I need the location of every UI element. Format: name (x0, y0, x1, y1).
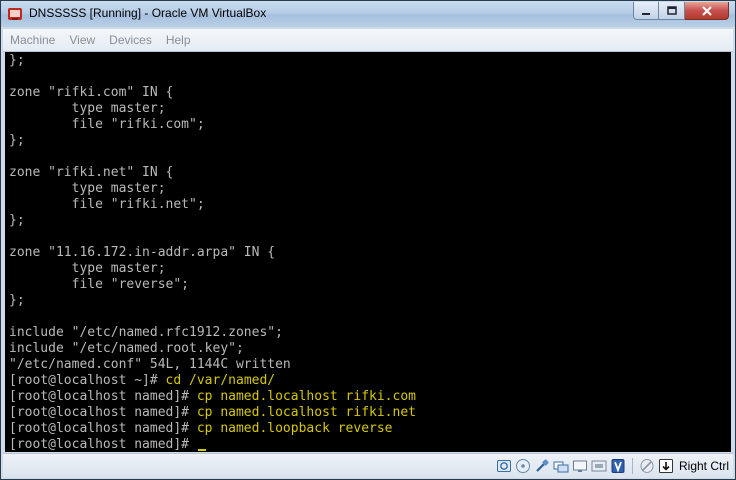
output-text: }; (9, 213, 25, 228)
virtualbox-window: DNSSSSS [Running] - Oracle VM VirtualBox… (0, 0, 736, 480)
output-text: file "rifki.net"; (9, 197, 205, 212)
maximize-button[interactable] (659, 2, 685, 20)
output-line: type master; (9, 261, 166, 277)
output-text: }; (9, 133, 25, 148)
menu-bar: Machine View Devices Help (3, 29, 733, 52)
shell-prompt: [root@localhost ~]# (9, 373, 166, 388)
output-text: file "rifki.com"; (9, 117, 205, 132)
mouse-integration-icon[interactable] (639, 458, 655, 474)
hard-disk-icon[interactable] (496, 458, 512, 474)
shell-command: cp named.localhost rifki.net (196, 405, 416, 420)
output-line: }; (9, 53, 25, 69)
virtualbox-app-icon (8, 8, 22, 20)
output-line: file "rifki.net"; (9, 197, 205, 213)
output-line: "/etc/named.conf" 54L, 1144C written (9, 357, 291, 373)
output-line: zone "rifki.net" IN { (9, 165, 173, 181)
shell-command: cd /var/named/ (165, 373, 276, 388)
output-line: type master; (9, 181, 166, 197)
shared-folders-icon[interactable] (553, 458, 569, 474)
shell-prompt: [root@localhost named]# (9, 437, 197, 452)
guest-console[interactable]: }; zone "rifki.com" IN { type master; fil… (5, 52, 731, 452)
shell-prompt: [root@localhost named]# (9, 421, 197, 436)
output-text: type master; (9, 101, 166, 116)
output-line: }; (9, 293, 25, 309)
command-line: [root@localhost named]# (9, 437, 206, 452)
status-icons: Right Ctrl (496, 457, 729, 475)
status-separator (631, 458, 633, 474)
output-line: type master; (9, 101, 166, 117)
close-icon (701, 5, 712, 16)
output-text: zone "rifki.net" IN { (9, 165, 174, 180)
shell-command: cp named.localhost rifki.com (196, 389, 416, 404)
output-line: include "/etc/named.root.key"; (9, 341, 244, 357)
text-cursor (197, 449, 206, 451)
output-text: }; (9, 53, 25, 68)
output-line: include "/etc/named.rfc1912.zones"; (9, 325, 283, 341)
output-line: zone "rifki.com" IN { (9, 85, 173, 101)
command-line: [root@localhost named]# cp named.localho… (9, 389, 416, 405)
display-icon[interactable] (572, 458, 588, 474)
output-line: file "reverse"; (9, 277, 189, 293)
menu-devices[interactable]: Devices (102, 29, 159, 51)
output-text: type master; (9, 181, 166, 196)
minimize-icon (642, 12, 650, 15)
shell-prompt: [root@localhost named]# (9, 389, 197, 404)
command-line: [root@localhost named]# cp named.localho… (9, 405, 416, 421)
menu-view[interactable]: View (62, 29, 102, 51)
output-line: }; (9, 133, 25, 149)
keyboard-icon[interactable] (658, 458, 674, 474)
network-icon[interactable] (591, 458, 607, 474)
usb-icon[interactable] (534, 458, 550, 474)
output-text: file "reverse"; (9, 277, 190, 292)
maximize-icon (666, 5, 677, 15)
output-text: "/etc/named.conf" 54L, 1144C written (9, 357, 291, 372)
output-text: }; (9, 293, 25, 308)
shell-prompt: [root@localhost named]# (9, 405, 197, 420)
host-key-label: Right Ctrl (678, 459, 729, 473)
window-title: DNSSSSS [Running] - Oracle VM VirtualBox (29, 6, 267, 20)
output-line: file "rifki.com"; (9, 117, 205, 133)
title-bar[interactable]: DNSSSSS [Running] - Oracle VM VirtualBox (1, 1, 735, 27)
command-line: [root@localhost named]# cp named.loopbac… (9, 421, 393, 437)
optical-drive-icon[interactable] (515, 458, 531, 474)
window-controls (633, 2, 729, 20)
menu-machine[interactable]: Machine (3, 29, 62, 51)
output-text: include "/etc/named.rfc1912.zones"; (9, 325, 283, 340)
menu-help[interactable]: Help (159, 29, 198, 51)
virtualization-icon[interactable] (610, 458, 626, 474)
shell-command: cp named.loopback reverse (196, 421, 393, 436)
status-bar: Right Ctrl (3, 453, 733, 478)
output-text: include "/etc/named.root.key"; (9, 341, 244, 356)
output-line: zone "11.16.172.in-addr.arpa" IN { (9, 245, 275, 261)
output-line: }; (9, 213, 25, 229)
output-text: type master; (9, 261, 166, 276)
close-button[interactable] (685, 2, 729, 20)
command-line: [root@localhost ~]# cd /var/named/ (9, 373, 275, 389)
output-text: zone "rifki.com" IN { (9, 85, 174, 100)
minimize-button[interactable] (633, 2, 659, 20)
output-text: zone "11.16.172.in-addr.arpa" IN { (9, 245, 276, 260)
